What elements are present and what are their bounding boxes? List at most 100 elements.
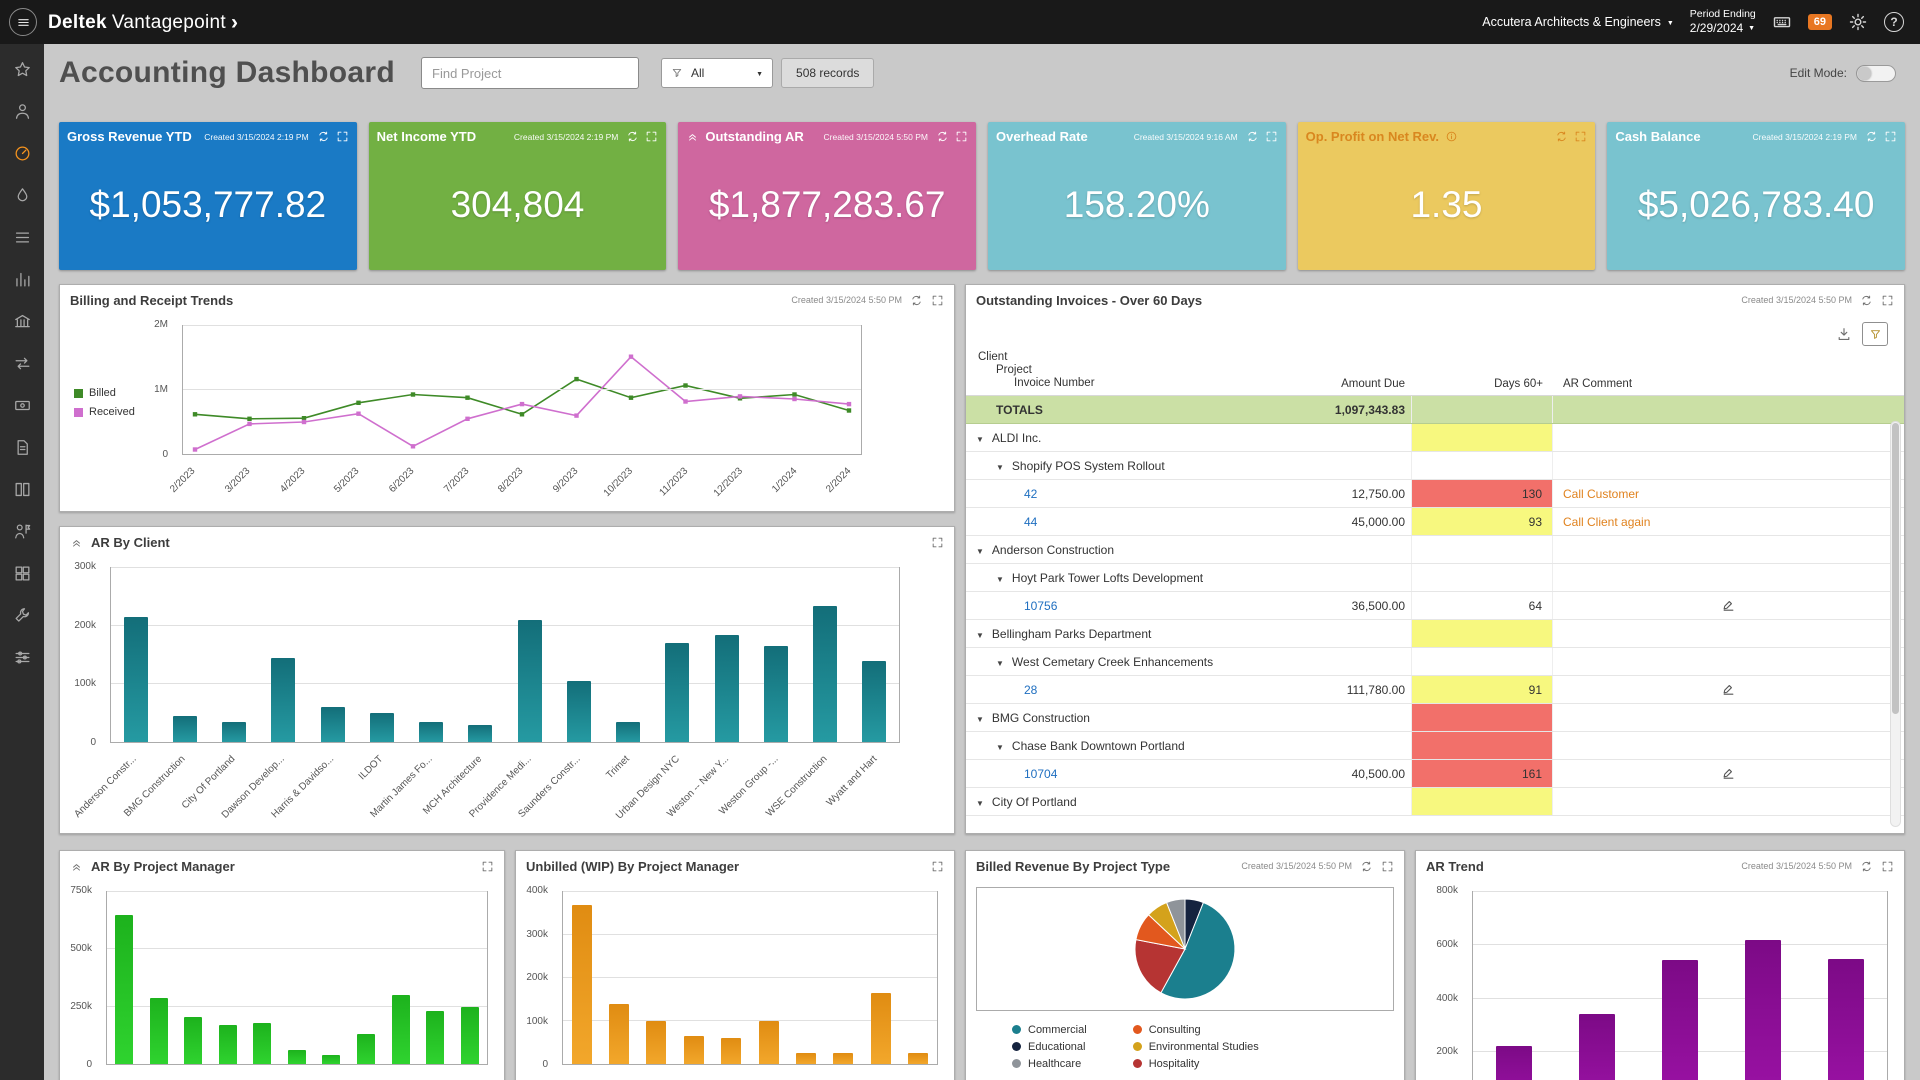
refresh-icon[interactable]	[1865, 130, 1878, 143]
refresh-icon[interactable]	[910, 294, 923, 307]
table-row[interactable]: 28111,780.0091	[966, 676, 1904, 704]
table-row[interactable]: West Cemetary Creek Enhancements	[966, 648, 1904, 676]
sidebar-item-asset-management[interactable]	[0, 552, 44, 594]
period-value: 2/29/2024	[1690, 22, 1743, 35]
refresh-icon[interactable]	[936, 130, 949, 143]
table-row[interactable]: Hoyt Park Tower Lofts Development	[966, 564, 1904, 592]
collapse-row-icon[interactable]	[976, 543, 992, 557]
refresh-icon[interactable]	[1860, 294, 1873, 307]
legend-item: Educational	[1012, 1038, 1087, 1055]
period-selector[interactable]: Period Ending 2/29/2024	[1690, 8, 1756, 36]
edit-comment-icon[interactable]	[1721, 598, 1736, 613]
table-row[interactable]: 1070440,500.00161	[966, 760, 1904, 788]
scrollbar-thumb[interactable]	[1892, 423, 1899, 714]
download-icon[interactable]	[1836, 326, 1852, 342]
kpi-title: Outstanding AR	[705, 129, 803, 144]
refresh-icon[interactable]	[1246, 130, 1259, 143]
sidebar-item-favorites[interactable]	[0, 48, 44, 90]
sidebar-item-cash-management[interactable]	[0, 384, 44, 426]
expand-icon[interactable]	[1881, 860, 1894, 873]
refresh-icon[interactable]	[1360, 860, 1373, 873]
table-row[interactable]: Bellingham Parks Department	[966, 620, 1904, 648]
help-icon[interactable]	[1884, 12, 1904, 32]
kpi-card[interactable]: Outstanding ARCreated 3/15/2024 5:50 PM$…	[678, 122, 976, 270]
sidebar-item-reports[interactable]	[0, 258, 44, 300]
edit-comment-icon[interactable]	[1721, 682, 1736, 697]
expand-icon[interactable]	[931, 860, 944, 873]
table-row[interactable]: ALDI Inc.	[966, 424, 1904, 452]
collapse-icon[interactable]	[70, 860, 83, 873]
invoice-number-link[interactable]: 42	[1024, 487, 1037, 501]
table-row[interactable]: Anderson Construction	[966, 536, 1904, 564]
sidebar-item-billing[interactable]	[0, 426, 44, 468]
dashboard-filter-select[interactable]: All	[661, 58, 773, 88]
sidebar-item-ledger[interactable]	[0, 468, 44, 510]
collapse-row-icon[interactable]	[976, 711, 992, 725]
collapse-row-icon[interactable]	[976, 431, 992, 445]
collapse-icon[interactable]	[686, 130, 699, 143]
expand-icon[interactable]	[1884, 130, 1897, 143]
collapse-icon[interactable]	[70, 536, 83, 549]
expand-icon[interactable]	[1574, 130, 1587, 143]
refresh-icon[interactable]	[1555, 130, 1568, 143]
invoice-number-link[interactable]: 10704	[1024, 767, 1057, 781]
expand-icon[interactable]	[1381, 860, 1394, 873]
sidebar-item-transactions[interactable]	[0, 342, 44, 384]
sidebar-item-dashboards[interactable]	[0, 132, 44, 174]
ar-comment-link[interactable]: Call Customer	[1563, 487, 1639, 501]
table-filter-button[interactable]	[1862, 322, 1888, 346]
settings-gear-icon[interactable]	[1848, 12, 1868, 32]
table-row[interactable]: BMG Construction	[966, 704, 1904, 732]
collapse-row-icon[interactable]	[976, 795, 992, 809]
x-axis-label: 11/2023	[657, 466, 690, 499]
refresh-icon[interactable]	[626, 130, 639, 143]
keyboard-icon[interactable]	[1772, 12, 1792, 32]
collapse-row-icon[interactable]	[996, 571, 1012, 585]
notifications-badge[interactable]: 69	[1808, 14, 1832, 30]
sidebar-item-resource-management[interactable]	[0, 510, 44, 552]
kpi-card[interactable]: Net Income YTDCreated 3/15/2024 2:19 PM3…	[369, 122, 667, 270]
table-row[interactable]: 1075636,500.0064	[966, 592, 1904, 620]
kpi-card[interactable]: Cash BalanceCreated 3/15/2024 2:19 PM$5,…	[1607, 122, 1905, 270]
expand-icon[interactable]	[481, 860, 494, 873]
collapse-row-icon[interactable]	[996, 655, 1012, 669]
y-axis-tick: 300k	[74, 561, 96, 572]
ar-comment-link[interactable]: Call Client again	[1563, 515, 1650, 529]
expand-icon[interactable]	[931, 536, 944, 549]
sidebar-item-settings[interactable]	[0, 636, 44, 678]
collapse-row-icon[interactable]	[996, 739, 1012, 753]
edit-mode-toggle[interactable]	[1856, 65, 1896, 82]
expand-icon[interactable]	[1881, 294, 1894, 307]
invoice-number-link[interactable]: 10756	[1024, 599, 1057, 613]
expand-icon[interactable]	[645, 130, 658, 143]
expand-icon[interactable]	[336, 130, 349, 143]
sidebar-item-utilities[interactable]	[0, 594, 44, 636]
table-row[interactable]: 4445,000.0093Call Client again	[966, 508, 1904, 536]
vertical-scrollbar[interactable]	[1890, 421, 1901, 827]
refresh-icon[interactable]	[1860, 860, 1873, 873]
expand-icon[interactable]	[1265, 130, 1278, 143]
kpi-card[interactable]: Gross Revenue YTDCreated 3/15/2024 2:19 …	[59, 122, 357, 270]
table-row[interactable]: Shopify POS System Rollout	[966, 452, 1904, 480]
invoice-number-link[interactable]: 44	[1024, 515, 1037, 529]
expand-icon[interactable]	[955, 130, 968, 143]
collapse-row-icon[interactable]	[996, 459, 1012, 473]
sidebar-item-projects[interactable]	[0, 216, 44, 258]
table-row[interactable]: 4212,750.00130Call Customer	[966, 480, 1904, 508]
invoice-number-link[interactable]: 28	[1024, 683, 1037, 697]
kpi-card[interactable]: Op. Profit on Net Rev.1.35	[1298, 122, 1596, 270]
edit-comment-icon[interactable]	[1721, 766, 1736, 781]
bar	[1579, 1014, 1615, 1080]
table-row[interactable]: City Of Portland	[966, 788, 1904, 816]
refresh-icon[interactable]	[317, 130, 330, 143]
menu-button[interactable]	[0, 0, 46, 44]
kpi-card[interactable]: Overhead RateCreated 3/15/2024 9:16 AM15…	[988, 122, 1286, 270]
sidebar-item-crm[interactable]	[0, 174, 44, 216]
table-row[interactable]: Chase Bank Downtown Portland	[966, 732, 1904, 760]
sidebar-item-accounting[interactable]	[0, 300, 44, 342]
expand-icon[interactable]	[931, 294, 944, 307]
company-selector[interactable]: Accutera Architects & Engineers	[1482, 15, 1674, 29]
find-project-input[interactable]	[421, 57, 639, 89]
collapse-row-icon[interactable]	[976, 627, 992, 641]
sidebar-item-hubs[interactable]	[0, 90, 44, 132]
